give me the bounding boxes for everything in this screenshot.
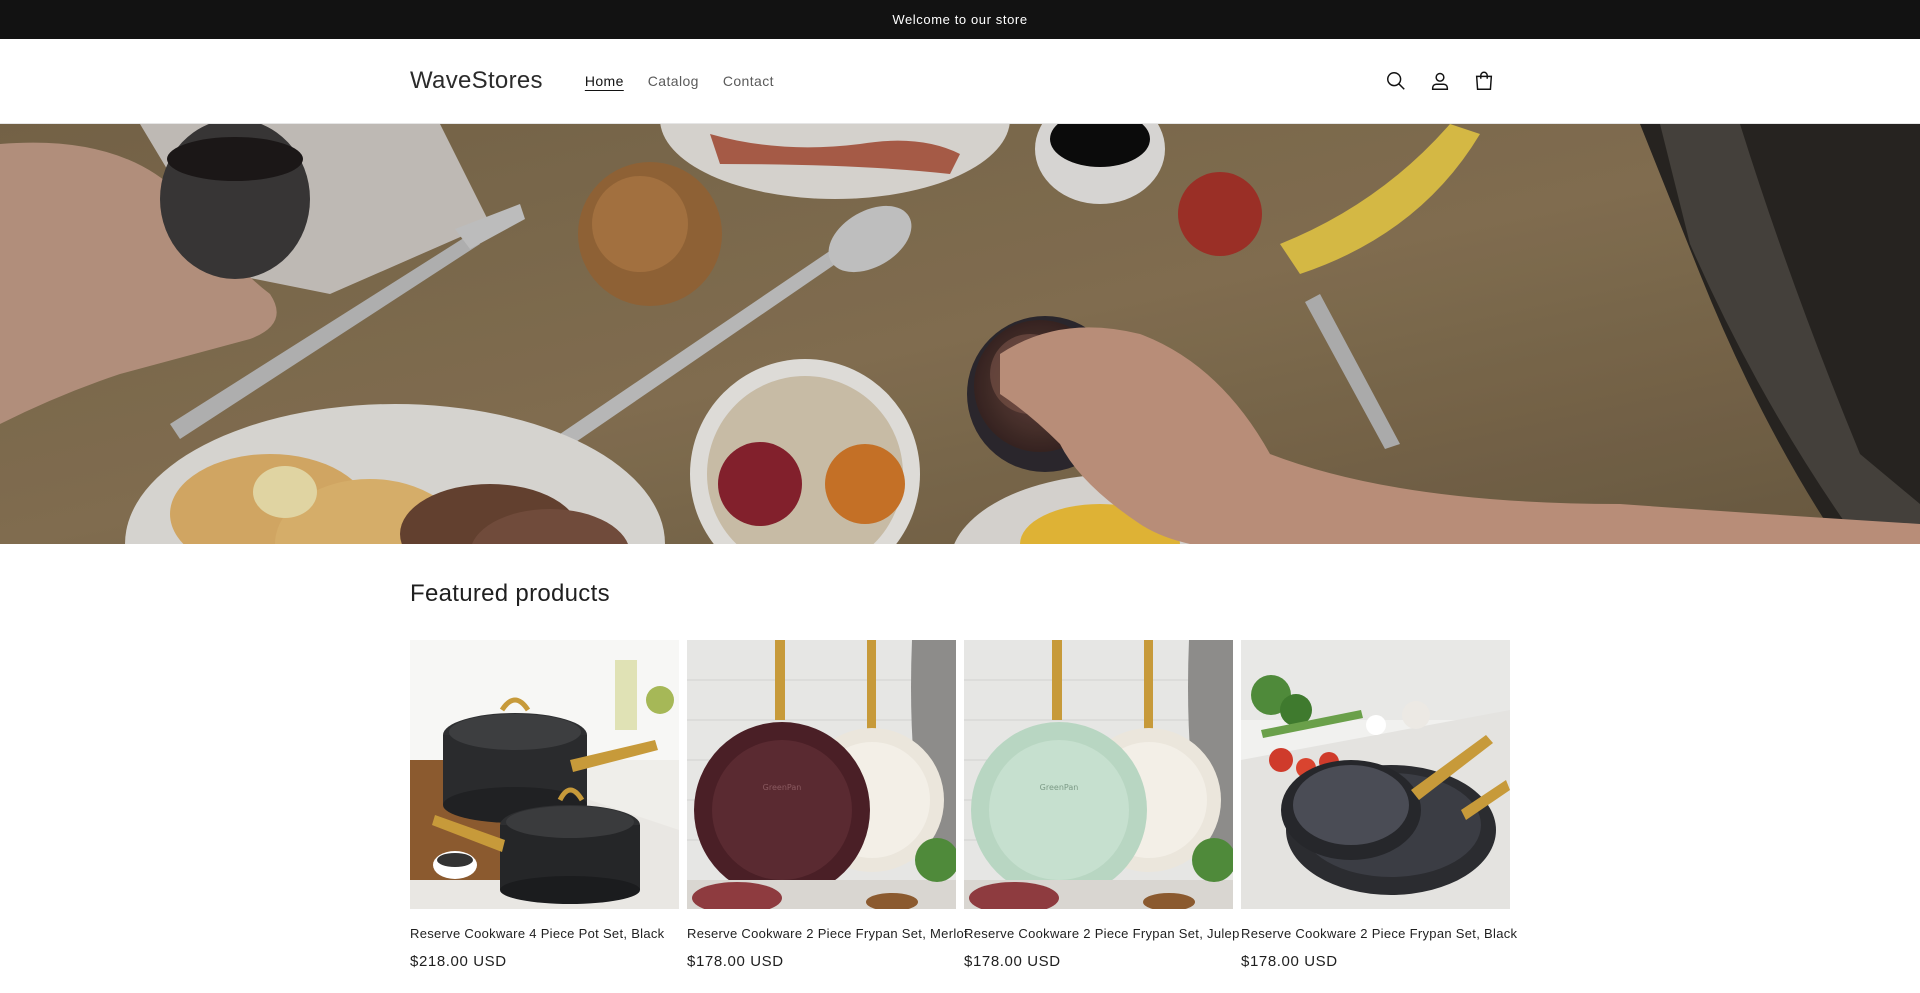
product-image[interactable]: GreenPan <box>964 640 1233 909</box>
store-logo[interactable]: WaveStores <box>410 67 543 95</box>
announcement-bar: Welcome to our store <box>0 0 1920 39</box>
svg-text:GreenPan: GreenPan <box>763 783 802 792</box>
header-icons <box>1374 59 1506 103</box>
product-title[interactable]: Reserve Cookware 2 Piece Frypan Set, Jul… <box>964 926 1239 941</box>
hero-banner <box>0 124 1920 544</box>
product-price: $178.00 USD <box>964 953 1061 970</box>
product-card[interactable]: Reserve Cookware 4 Piece Pot Set, Black … <box>410 640 679 970</box>
cart-icon[interactable] <box>1462 59 1506 103</box>
product-title[interactable]: Reserve Cookware 4 Piece Pot Set, Black <box>410 926 679 941</box>
search-icon[interactable] <box>1374 59 1418 103</box>
site-header: WaveStores Home Catalog Contact <box>0 39 1920 124</box>
product-card[interactable]: GreenPan Reserve Cookware 2 Piece Frypan… <box>687 640 968 970</box>
product-price: $178.00 USD <box>1241 953 1338 970</box>
product-image[interactable] <box>1241 640 1510 909</box>
featured-heading: Featured products <box>410 580 610 607</box>
nav-catalog[interactable]: Catalog <box>636 73 711 89</box>
nav-contact[interactable]: Contact <box>711 73 786 89</box>
product-image[interactable]: GreenPan <box>687 640 956 909</box>
product-card[interactable]: GreenPan Reserve Cookware 2 Piece Frypan… <box>964 640 1239 970</box>
product-price: $178.00 USD <box>687 953 784 970</box>
featured-products-section: Featured products Reserve Cookware 4 Pie… <box>410 580 1517 970</box>
hero-breakfast-image <box>0 124 1920 544</box>
product-grid: Reserve Cookware 4 Piece Pot Set, Black … <box>410 640 1517 970</box>
announcement-text: Welcome to our store <box>892 12 1028 27</box>
svg-text:GreenPan: GreenPan <box>1040 783 1079 792</box>
nav-home[interactable]: Home <box>573 73 636 89</box>
product-title[interactable]: Reserve Cookware 2 Piece Frypan Set, Bla… <box>1241 926 1517 941</box>
product-title[interactable]: Reserve Cookware 2 Piece Frypan Set, Mer… <box>687 926 968 941</box>
product-price: $218.00 USD <box>410 953 507 970</box>
account-icon[interactable] <box>1418 59 1462 103</box>
product-card[interactable]: Reserve Cookware 2 Piece Frypan Set, Bla… <box>1241 640 1517 970</box>
product-image[interactable] <box>410 640 679 909</box>
main-nav: Home Catalog Contact <box>573 73 786 89</box>
